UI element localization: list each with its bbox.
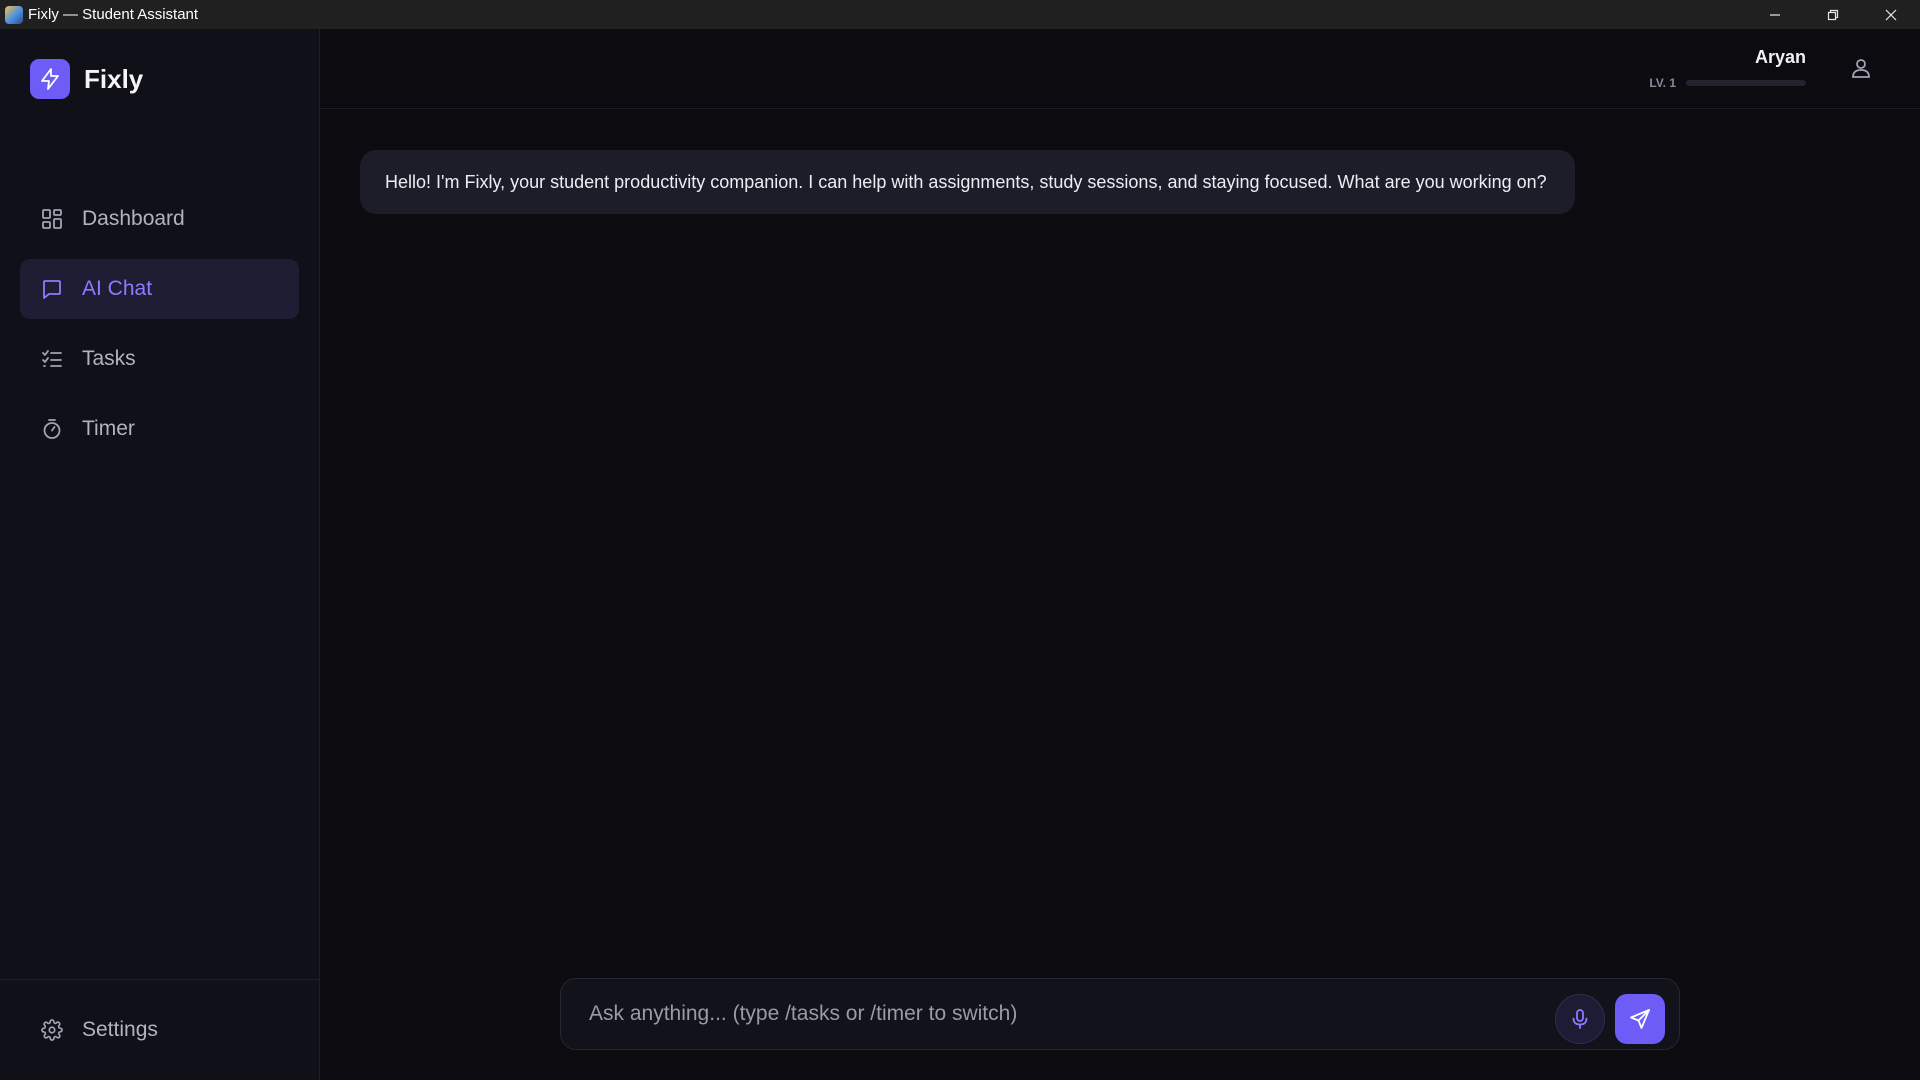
minimize-button[interactable] <box>1746 0 1804 29</box>
level-label: LV. 1 <box>1649 76 1676 90</box>
user-info: Aryan LV. 1 <box>1646 47 1806 90</box>
restore-button[interactable] <box>1804 0 1862 29</box>
window-titlebar: Fixly — Student Assistant <box>0 0 1920 29</box>
send-icon <box>1630 1009 1650 1029</box>
chat-area: Hello! I'm Fixly, your student productiv… <box>320 110 1920 970</box>
brand[interactable]: Fixly <box>30 59 143 99</box>
sidebar-footer: Settings <box>0 979 319 1080</box>
sidebar: Fixly Dashboard AI Chat Tasks Timer Sett… <box>0 29 320 1080</box>
window-title: Fixly — Student Assistant <box>28 6 199 23</box>
stopwatch-icon <box>40 417 64 441</box>
sidebar-item-tasks[interactable]: Tasks <box>20 329 299 389</box>
chat-composer <box>560 978 1680 1050</box>
chat-input[interactable] <box>589 979 1529 1049</box>
sidebar-item-ai-chat[interactable]: AI Chat <box>20 259 299 319</box>
profile-button[interactable] <box>1846 53 1876 83</box>
send-button[interactable] <box>1615 994 1665 1044</box>
close-button[interactable] <box>1862 0 1920 29</box>
user-name: Aryan <box>1754 47 1806 67</box>
settings-label: Settings <box>82 1018 158 1041</box>
user-icon <box>1852 59 1870 78</box>
level-row: LV. 1 <box>1646 76 1806 90</box>
window-controls <box>1746 0 1920 29</box>
sidebar-item-settings[interactable]: Settings <box>20 1000 299 1060</box>
sidebar-item-timer[interactable]: Timer <box>20 399 299 459</box>
xp-progress-bar <box>1686 80 1806 86</box>
sidebar-nav: Dashboard AI Chat Tasks Timer <box>20 189 299 469</box>
top-header: Aryan LV. 1 <box>320 29 1920 109</box>
microphone-icon <box>1572 1009 1588 1029</box>
voice-input-button[interactable] <box>1555 994 1605 1044</box>
lightning-icon <box>30 59 70 99</box>
chat-bubble-icon <box>40 277 64 301</box>
sidebar-item-label: AI Chat <box>82 277 153 300</box>
assistant-message: Hello! I'm Fixly, your student productiv… <box>360 150 1575 214</box>
sidebar-item-label: Dashboard <box>82 207 185 230</box>
app-icon <box>5 5 23 24</box>
sidebar-item-label: Timer <box>82 417 135 440</box>
sidebar-item-dashboard[interactable]: Dashboard <box>20 189 299 249</box>
sidebar-item-label: Tasks <box>82 347 136 370</box>
close-icon <box>1885 9 1897 20</box>
dashboard-grid-icon <box>40 207 64 231</box>
brand-name: Fixly <box>84 63 144 94</box>
checklist-icon <box>40 347 64 371</box>
restore-icon <box>1827 9 1839 20</box>
minimize-icon <box>1770 13 1780 16</box>
gear-icon <box>40 1018 64 1042</box>
